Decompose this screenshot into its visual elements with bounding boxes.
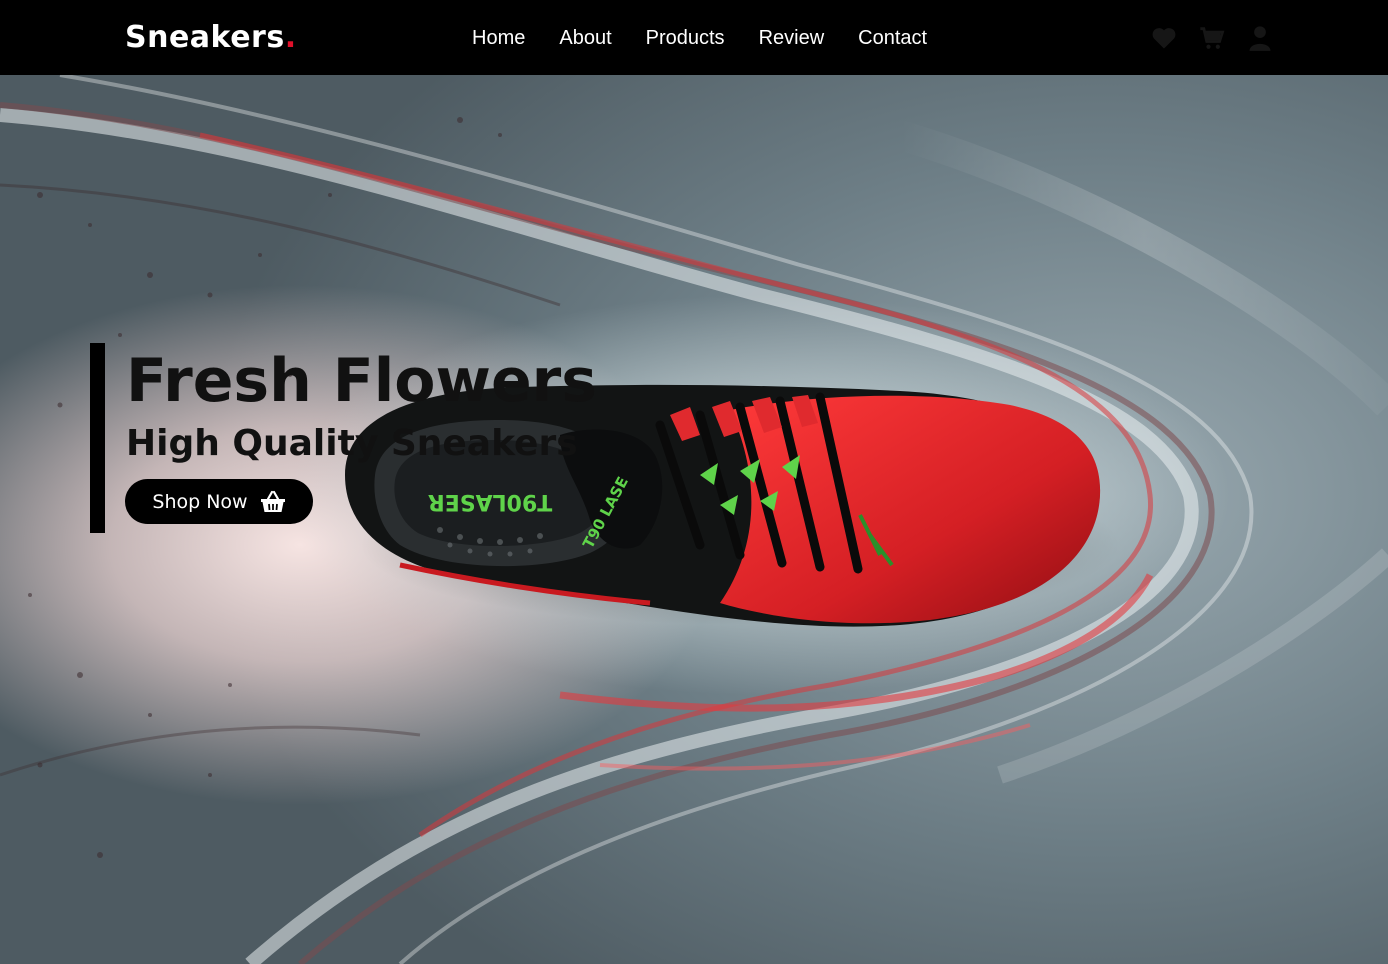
site-header: Sneakers. Home About Products Review Con… [0, 0, 1388, 75]
hero-accent-bar [90, 343, 105, 533]
nav-products[interactable]: Products [646, 24, 725, 52]
user-icon[interactable] [1246, 24, 1274, 52]
site-logo[interactable]: Sneakers. [125, 18, 297, 58]
shop-now-label: Shop Now [152, 490, 248, 513]
nav-home[interactable]: Home [472, 24, 525, 52]
heart-icon[interactable] [1150, 24, 1178, 52]
logo-dot: . [284, 20, 297, 55]
basket-icon [260, 490, 286, 514]
cart-icon[interactable] [1198, 24, 1226, 52]
nav-contact[interactable]: Contact [858, 24, 927, 52]
shop-now-button[interactable]: Shop Now [125, 479, 313, 524]
hero-subtitle: High Quality Sneakers [126, 423, 578, 464]
nav-review[interactable]: Review [759, 24, 825, 52]
nav-about[interactable]: About [559, 24, 611, 52]
hero-title: Fresh Flowers [126, 346, 597, 416]
main-nav: Home About Products Review Contact [472, 24, 927, 52]
header-icons [1150, 24, 1274, 52]
hero-section: T90LASER T90 LASE Fresh Flowers High Qua… [0, 75, 1388, 964]
shoe-insole-text: T90LASER [428, 489, 553, 514]
logo-text: Sneakers [125, 20, 285, 55]
